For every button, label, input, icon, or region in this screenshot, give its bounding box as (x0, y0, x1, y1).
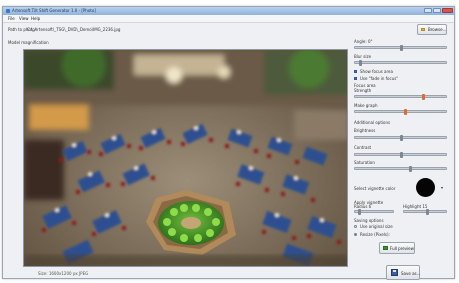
radius-value-label: Radius 6 (354, 204, 372, 209)
angle-slider-thumb[interactable] (399, 45, 403, 51)
saturation-slider-thumb[interactable] (408, 166, 412, 172)
save-icon (391, 269, 398, 276)
chevron-down-icon[interactable]: ▾ (441, 185, 443, 190)
opacity-slider-thumb[interactable] (426, 209, 430, 215)
app-icon (6, 9, 10, 13)
saturation-label: Saturation (354, 160, 375, 165)
resize-radio[interactable] (354, 233, 357, 236)
fade-label: Make graph (354, 103, 378, 108)
angle-slider[interactable] (354, 45, 447, 51)
strength-slider[interactable] (354, 94, 447, 100)
fade-slider-thumb[interactable] (404, 109, 408, 115)
minimize-button[interactable] (424, 8, 432, 13)
menu-bar: File View Help (3, 15, 454, 23)
strength-label: Strength (354, 88, 372, 93)
additional-options-label: Additional options (354, 120, 391, 125)
show-focus-checkbox[interactable] (354, 70, 357, 73)
radius-slider-thumb[interactable] (357, 209, 361, 215)
save-as-button-label: Save as... (401, 271, 421, 276)
vignette-color-label: Select vignette color (354, 186, 396, 191)
use-fill-label: Use "fade in focus" (360, 76, 399, 81)
preview-label: Model magnification (8, 40, 49, 45)
full-preview-button-label: Full preview (390, 246, 414, 251)
resize-label: Resize (Pixels): (360, 232, 390, 237)
vignette-color-swatch[interactable] (416, 178, 435, 197)
use-fill-checkbox[interactable] (354, 77, 357, 80)
photo-preview[interactable] (23, 49, 348, 267)
browse-button[interactable]: Browse... (417, 24, 447, 35)
status-text: Size: 1600x1200 px JPEG (38, 271, 89, 276)
angle-label: Angle: 0° (354, 39, 373, 44)
contrast-label: Contrast (354, 145, 372, 150)
brightness-label: Brightness (354, 128, 376, 133)
menu-help[interactable]: Help (31, 16, 40, 21)
strength-slider-thumb[interactable] (422, 94, 426, 100)
fade-slider[interactable] (354, 109, 447, 115)
contrast-slider[interactable] (354, 152, 447, 158)
blur-label: Blur size (354, 54, 372, 59)
app-window: Artensoft Tilt Shift Generator 1.0 - [Ph… (2, 6, 455, 280)
path-field[interactable]: C:\_Artensoft\_TSG\_DVD\_Demo\IMG_2236.j… (27, 27, 120, 32)
saving-options-label: Saving options (354, 218, 384, 223)
blur-slider[interactable] (354, 60, 447, 66)
brightness-slider-thumb[interactable] (399, 135, 403, 141)
close-button[interactable] (442, 8, 453, 13)
brightness-slider[interactable] (354, 135, 447, 141)
opacity-slider[interactable] (403, 209, 447, 215)
original-size-radio[interactable] (354, 225, 357, 228)
window-title: Artensoft Tilt Shift Generator 1.0 - [Ph… (12, 8, 96, 13)
opacity-value-label: Highlight 15 (403, 204, 428, 209)
original-size-label: Use original size (360, 224, 393, 229)
title-bar: Artensoft Tilt Shift Generator 1.0 - [Ph… (3, 7, 454, 15)
saturation-slider[interactable] (354, 166, 447, 172)
contrast-slider-thumb[interactable] (399, 152, 403, 158)
blur-slider-thumb[interactable] (358, 60, 362, 66)
menu-view[interactable]: View (19, 16, 29, 21)
show-focus-label: Show focus area (360, 69, 393, 74)
full-preview-button[interactable]: Full preview (379, 242, 415, 254)
maximize-button[interactable] (433, 8, 441, 13)
photo-image (24, 50, 347, 266)
radius-slider[interactable] (354, 209, 394, 215)
browse-button-label: Browse... (428, 27, 447, 32)
save-as-button[interactable]: Save as... (386, 265, 420, 280)
menu-file[interactable]: File (8, 16, 15, 21)
folder-icon (421, 28, 425, 31)
preview-icon (383, 246, 388, 250)
